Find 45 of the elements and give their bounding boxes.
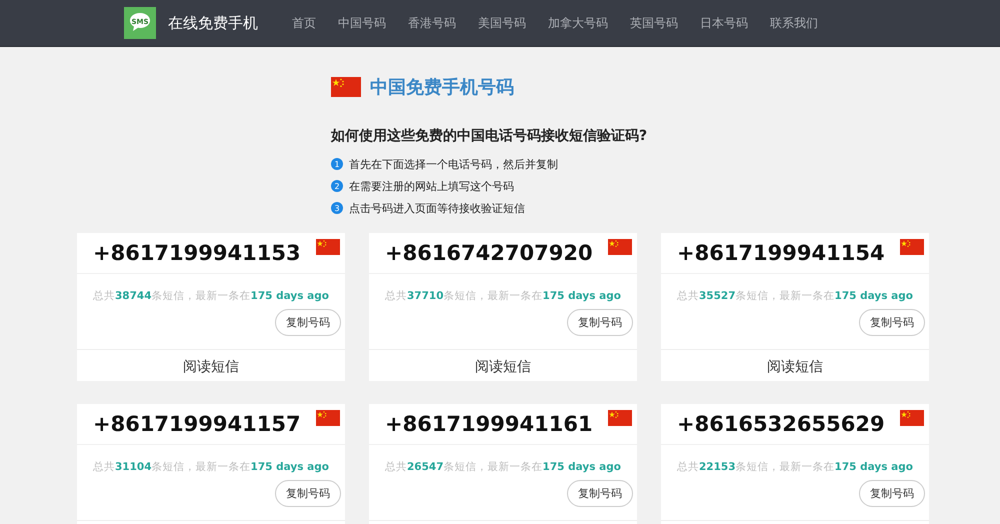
page-heading: 中国免费手机号码 xyxy=(370,76,514,99)
message-stats: 总共37710条短信，最新一条在175 days ago xyxy=(385,289,622,303)
message-stats: 总共26547条短信，最新一条在175 days ago xyxy=(385,460,622,474)
copy-number-button[interactable]: 复制号码 xyxy=(567,309,633,336)
howto-title: 如何使用这些免费的中国电话号码接收短信验证码? xyxy=(331,127,648,145)
nav-link[interactable]: 英国号码 xyxy=(630,14,678,32)
phone-number[interactable]: +8617199941161 xyxy=(385,412,593,436)
nav-link[interactable]: 中国号码 xyxy=(338,14,386,32)
message-stats: 总共35527条短信，最新一条在175 days ago xyxy=(677,289,914,303)
phone-number[interactable]: +8617199941154 xyxy=(677,241,885,265)
step-number-badge: 1 xyxy=(331,158,343,170)
message-stats: 总共31104条短信，最新一条在175 days ago xyxy=(93,460,330,474)
phone-number[interactable]: +8616742707920 xyxy=(385,241,593,265)
phone-number[interactable]: +8617199941157 xyxy=(93,412,301,436)
china-flag-icon xyxy=(316,410,340,426)
china-flag-icon xyxy=(900,410,924,426)
copy-number-button[interactable]: 复制号码 xyxy=(567,480,633,507)
copy-number-button[interactable]: 复制号码 xyxy=(859,309,925,336)
site-title[interactable]: 在线免费手机 xyxy=(168,14,258,32)
step-text: 点击号码进入页面等待接收验证短信 xyxy=(349,200,525,216)
nav-link[interactable]: 首页 xyxy=(292,14,316,32)
copy-number-button[interactable]: 复制号码 xyxy=(275,309,341,336)
read-messages-link[interactable]: 阅读短信 xyxy=(77,350,345,376)
nav-link[interactable]: 联系我们 xyxy=(770,14,818,32)
message-stats: 总共22153条短信，最新一条在175 days ago xyxy=(677,460,914,474)
nav-link[interactable]: 美国号码 xyxy=(478,14,526,32)
china-flag-icon xyxy=(316,239,340,255)
nav-link[interactable]: 香港号码 xyxy=(408,14,456,32)
step-number-badge: 3 xyxy=(331,202,343,214)
phone-number[interactable]: +8617199941153 xyxy=(93,241,301,265)
nav-link[interactable]: 日本号码 xyxy=(700,14,748,32)
china-flag-icon xyxy=(608,410,632,426)
step-number-badge: 2 xyxy=(331,180,343,192)
read-messages-link[interactable]: 阅读短信 xyxy=(661,350,929,376)
nav-link[interactable]: 加拿大号码 xyxy=(548,14,608,32)
read-messages-link[interactable]: 阅读短信 xyxy=(369,350,637,376)
china-flag-icon xyxy=(900,239,924,255)
step-text: 首先在下面选择一个电话号码，然后并复制 xyxy=(349,156,558,172)
china-flag-icon xyxy=(608,239,632,255)
copy-number-button[interactable]: 复制号码 xyxy=(859,480,925,507)
copy-number-button[interactable]: 复制号码 xyxy=(275,480,341,507)
phone-number[interactable]: +8616532655629 xyxy=(677,412,885,436)
message-stats: 总共38744条短信，最新一条在175 days ago xyxy=(93,289,330,303)
step-text: 在需要注册的网站上填写这个号码 xyxy=(349,178,514,194)
china-flag-icon xyxy=(331,77,361,97)
